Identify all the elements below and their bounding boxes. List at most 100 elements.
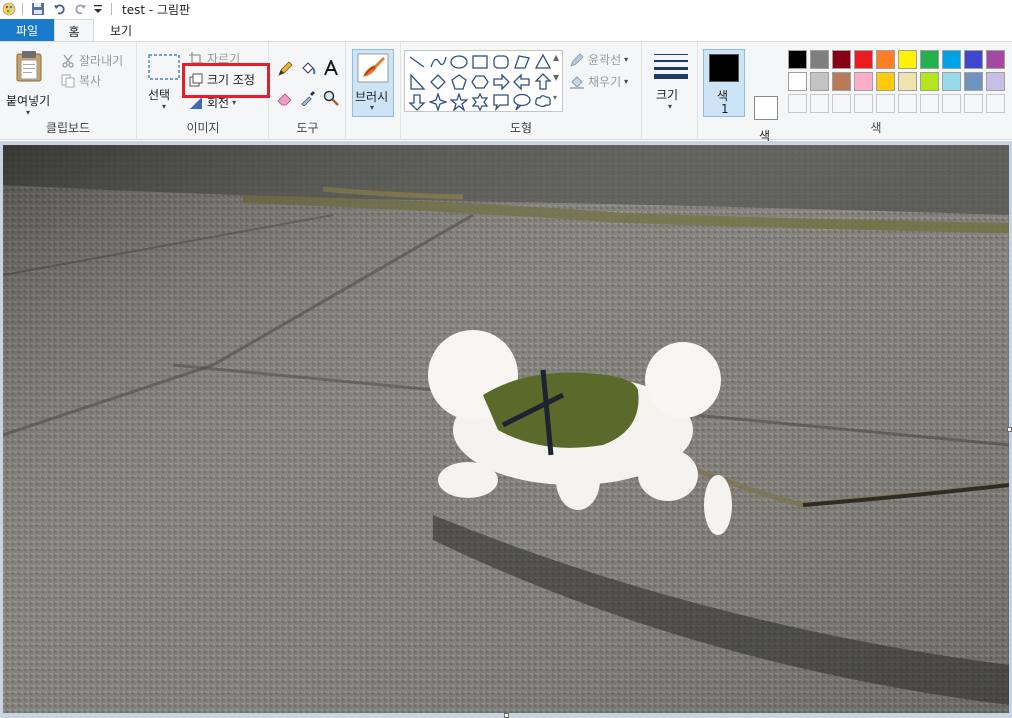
shapes-group-label: 도형 <box>509 121 533 135</box>
oval-callout-shape-icon[interactable] <box>512 92 532 112</box>
diamond-shape-icon[interactable] <box>428 72 448 92</box>
right-arrow-shape-icon[interactable] <box>491 72 511 92</box>
palette-color-swatch[interactable] <box>788 94 807 113</box>
triangle-shape-icon[interactable] <box>533 52 553 72</box>
canvas-resize-handle-right[interactable] <box>1007 427 1012 432</box>
palette-color-swatch[interactable] <box>832 72 851 91</box>
palette-color-swatch[interactable] <box>964 50 983 69</box>
palette-color-swatch[interactable] <box>854 94 873 113</box>
palette-color-swatch[interactable] <box>920 72 939 91</box>
colors-group-label: 색 <box>870 121 882 135</box>
brushes-button[interactable]: 브러시 ▾ <box>352 49 394 117</box>
palette-color-swatch[interactable] <box>898 50 917 69</box>
pencil-icon[interactable] <box>275 59 295 79</box>
canvas-resize-handle-bottom[interactable] <box>504 713 509 718</box>
clipboard-group-label: 클립보드 <box>45 121 91 135</box>
palette-color-swatch[interactable] <box>920 94 939 113</box>
size-dropdown-icon: ▾ <box>668 102 673 111</box>
paste-button[interactable]: 붙여넣기 ▾ <box>4 48 54 118</box>
eraser-icon[interactable] <box>275 88 295 108</box>
title-separator <box>111 3 112 15</box>
polygon-shape-icon[interactable] <box>512 52 532 72</box>
palette-color-swatch[interactable] <box>854 50 873 69</box>
palette-color-swatch[interactable] <box>942 50 961 69</box>
rectangle-shape-icon[interactable] <box>470 52 490 72</box>
up-arrow-shape-icon[interactable] <box>533 72 553 92</box>
palette-color-swatch[interactable] <box>942 94 961 113</box>
curve-shape-icon[interactable] <box>428 52 448 72</box>
undo-icon[interactable] <box>53 2 67 16</box>
image-group-label: 이미지 <box>186 121 220 135</box>
outline-button[interactable]: 윤곽선 ▾ <box>569 51 628 68</box>
pentagon-shape-icon[interactable] <box>449 72 469 92</box>
palette-color-swatch[interactable] <box>876 50 895 69</box>
line-shape-icon[interactable] <box>407 52 427 72</box>
paint-app-icon[interactable] <box>2 2 16 16</box>
palette-color-swatch[interactable] <box>832 50 851 69</box>
right-triangle-shape-icon[interactable] <box>407 72 427 92</box>
oval-shape-icon[interactable] <box>449 52 469 72</box>
save-icon[interactable] <box>31 2 45 16</box>
size-group: 크기 ▾ <box>643 42 698 140</box>
palette-color-swatch[interactable] <box>832 94 851 113</box>
cloud-callout-shape-icon[interactable] <box>533 92 553 112</box>
palette-color-swatch[interactable] <box>854 72 873 91</box>
title-bar: test - 그림판 <box>0 0 1012 18</box>
palette-color-swatch[interactable] <box>898 94 917 113</box>
canvas-image[interactable] <box>3 145 1009 713</box>
palette-color-swatch[interactable] <box>986 50 1005 69</box>
qat-separator <box>22 3 23 15</box>
palette-color-swatch[interactable] <box>942 72 961 91</box>
rounded-rectangle-shape-icon[interactable] <box>491 52 511 72</box>
shapes-more-icon[interactable]: ▾ <box>553 93 557 102</box>
palette-color-swatch[interactable] <box>876 94 895 113</box>
clipboard-group: 붙여넣기 ▾ 잘라내기 복사 클립보드 <box>0 42 137 140</box>
fill-bucket-icon[interactable] <box>298 59 318 79</box>
fill-button[interactable]: 채우기 ▾ <box>569 73 628 90</box>
palette-color-swatch[interactable] <box>986 72 1005 91</box>
palette-color-swatch[interactable] <box>898 72 917 91</box>
shapes-scroll-down-icon[interactable]: ▼ <box>553 73 559 82</box>
tab-view[interactable]: 보기 <box>99 19 143 42</box>
paste-label: 붙여넣기 <box>6 94 51 108</box>
copy-button[interactable]: 복사 <box>60 72 101 89</box>
six-point-star-shape-icon[interactable] <box>470 92 490 112</box>
size-button[interactable]: 크기 ▾ <box>651 50 691 120</box>
tab-file[interactable]: 파일 <box>0 19 54 42</box>
palette-color-swatch[interactable] <box>810 50 829 69</box>
redo-icon[interactable] <box>73 2 87 16</box>
palette-color-swatch[interactable] <box>920 50 939 69</box>
brush-icon <box>357 53 389 86</box>
text-tool-icon[interactable] <box>321 58 341 78</box>
outline-icon <box>569 52 585 68</box>
shapes-gallery: ▲ ▼ ▾ <box>404 50 563 112</box>
fill-label: 채우기 <box>588 75 622 89</box>
tab-home[interactable]: 홈 <box>54 19 94 42</box>
tools-group-label: 도구 <box>296 121 319 135</box>
four-point-star-shape-icon[interactable] <box>428 92 448 112</box>
palette-color-swatch[interactable] <box>788 72 807 91</box>
cut-button[interactable]: 잘라내기 <box>60 52 123 69</box>
palette-color-swatch[interactable] <box>986 94 1005 113</box>
shapes-scroll-up-icon[interactable]: ▲ <box>553 53 559 62</box>
ribbon-tabs: 파일 홈 보기 <box>0 19 1012 42</box>
left-arrow-shape-icon[interactable] <box>512 72 532 92</box>
palette-color-swatch[interactable] <box>964 94 983 113</box>
magnifier-icon[interactable] <box>321 88 341 108</box>
five-point-star-shape-icon[interactable] <box>449 92 469 112</box>
palette-color-swatch[interactable] <box>876 72 895 91</box>
palette-color-swatch[interactable] <box>810 72 829 91</box>
rect-callout-shape-icon[interactable] <box>491 92 511 112</box>
palette-color-swatch[interactable] <box>964 72 983 91</box>
customize-qat-icon[interactable] <box>91 2 105 16</box>
copy-label: 복사 <box>79 74 102 88</box>
resize-highlight-box <box>182 63 270 98</box>
color-picker-icon[interactable] <box>298 88 318 108</box>
select-button[interactable]: 선택 ▾ <box>144 52 182 118</box>
hexagon-shape-icon[interactable] <box>470 72 490 92</box>
outline-label: 윤곽선 <box>588 53 622 67</box>
palette-color-swatch[interactable] <box>810 94 829 113</box>
down-arrow-shape-icon[interactable] <box>407 92 427 112</box>
palette-color-swatch[interactable] <box>788 50 807 69</box>
select-dropdown-icon: ▾ <box>162 102 167 111</box>
